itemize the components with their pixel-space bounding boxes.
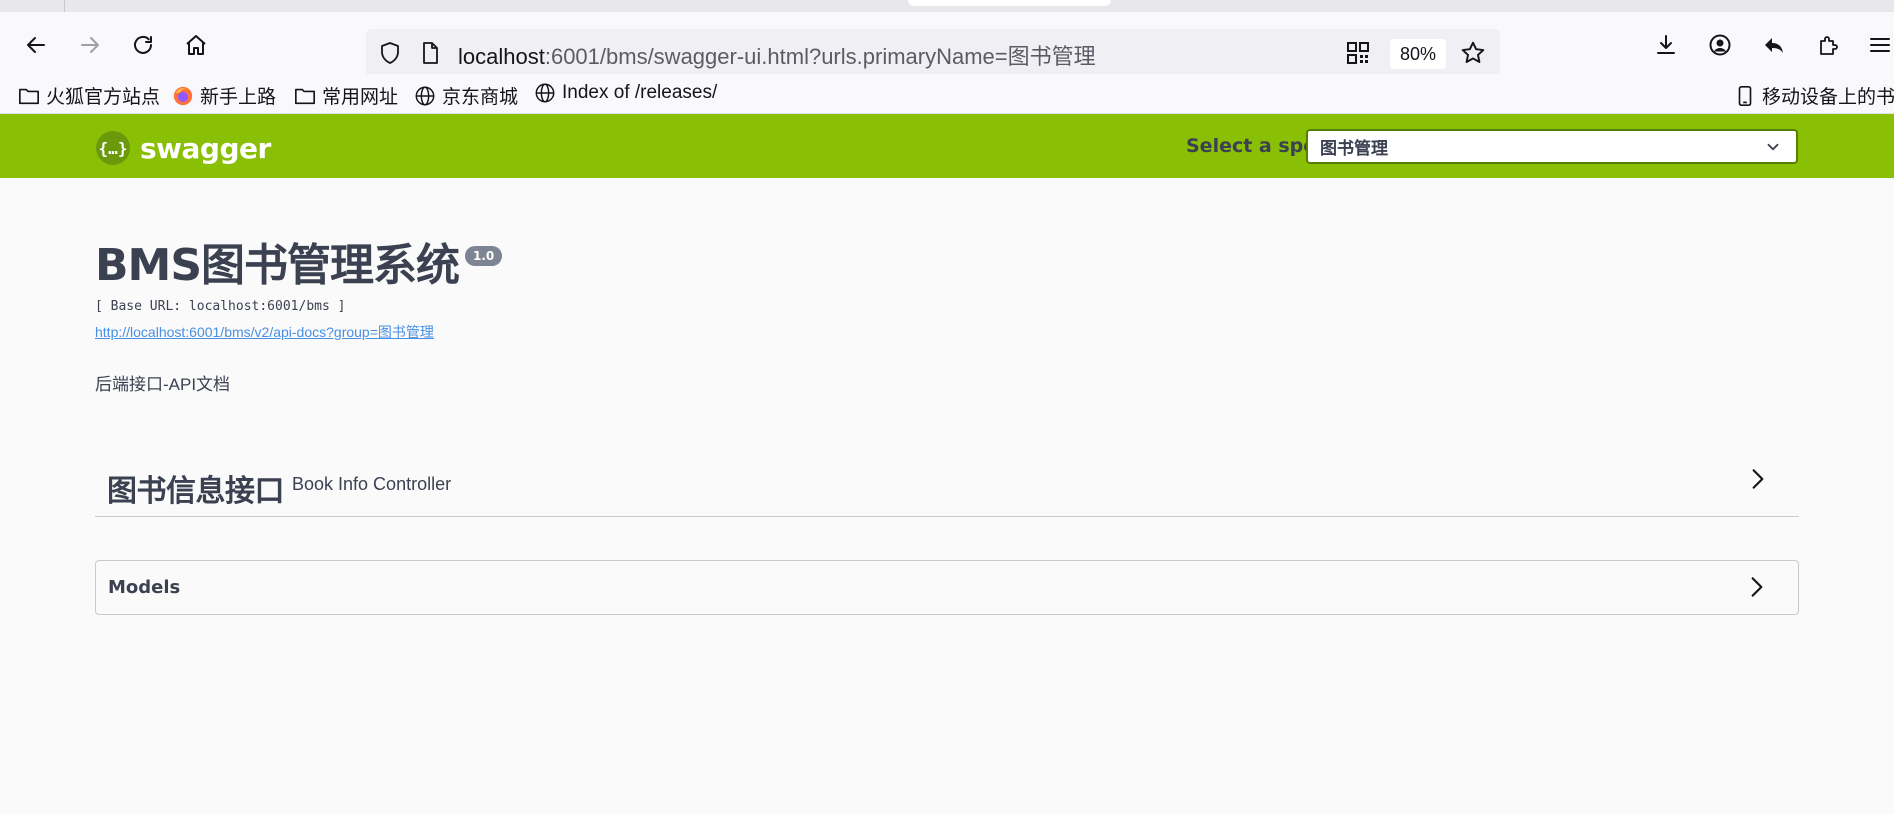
chevron-down-icon [1767,143,1779,151]
undo-button[interactable] [1756,28,1792,62]
undo-icon [1765,38,1783,53]
bookmark-label: 京东商城 [442,87,519,108]
models-label: Models [108,577,181,598]
url-host: localhost [458,44,545,69]
url-text[interactable]: localhost:6001/bms/swagger-ui.html?urls.… [458,39,1096,71]
back-button[interactable] [18,28,54,62]
navigation-bar: localhost:6001/bms/swagger-ui.html?urls.… [0,12,1894,77]
api-info: BMS图书管理系统 1.0 [ Base URL: localhost:6001… [95,240,503,395]
tab-strip [0,0,1894,12]
download-icon [1657,35,1675,54]
bookmark-label: 火狐官方站点 [46,87,161,108]
bookmark-item[interactable]: 京东商城 [414,82,518,109]
bookmark-label: 新手上路 [200,87,277,108]
chevron-right-icon[interactable] [1744,574,1770,600]
mobile-device-icon [1738,85,1752,106]
account-button[interactable] [1702,28,1738,62]
reload-icon [134,35,152,54]
tag-name: 图书信息接口 [107,474,285,509]
puzzle-icon [1820,36,1838,55]
bookmark-label: 常用网址 [322,87,399,108]
url-bar[interactable]: localhost:6001/bms/swagger-ui.html?urls.… [366,29,1500,77]
hamburger-menu-icon [1870,38,1890,52]
home-button[interactable] [178,28,214,62]
folder-icon [295,88,315,104]
globe-icon [415,86,435,105]
swagger-topbar: {…} swagger Select a spec 图书管理 [0,114,1894,178]
tag-description: Book Info Controller [292,474,452,494]
url-path: :6001/bms/swagger-ui.html?urls.primaryNa… [544,44,1096,69]
extensions-button[interactable] [1810,28,1846,62]
models-section[interactable]: Models [95,560,1799,615]
qr-code-icon[interactable] [1346,41,1370,65]
forward-arrow-icon [81,37,99,53]
downloads-button[interactable] [1648,28,1684,62]
swagger-logo-icon: {…} [96,131,130,165]
swagger-logo[interactable]: {…} swagger [96,131,271,165]
account-icon [1709,34,1731,56]
bookmark-item[interactable]: Index of /releases/ [534,82,717,104]
zoom-level[interactable]: 80% [1390,39,1446,69]
back-arrow-icon [27,37,45,53]
shield-icon[interactable] [378,41,402,65]
firefox-icon [173,86,193,105]
chevron-right-icon[interactable] [1745,466,1771,492]
mobile-bookmarks[interactable]: 移动设备上的书签 [1734,82,1894,109]
page-info-icon[interactable] [418,41,442,65]
folder-icon [19,88,39,104]
bookmark-item[interactable]: 新手上路 [172,82,276,109]
api-docs-link[interactable]: http://localhost:6001/bms/v2/api-docs?gr… [95,322,502,342]
home-icon [186,35,206,55]
menu-button[interactable] [1862,28,1894,62]
spec-select[interactable]: 图书管理 [1306,129,1798,164]
bookmark-star-icon[interactable] [1460,40,1486,66]
api-title: BMS图书管理系统 [95,240,460,291]
base-url: [ Base URL: localhost:6001/bms ] [95,298,346,314]
version-badge: 1.0 [465,246,503,266]
tab-separator [64,0,65,12]
bookmark-item[interactable]: 火狐官方站点 [18,82,160,109]
spec-selected-value: 图书管理 [1320,139,1388,159]
swagger-logo-text: swagger [140,131,271,165]
bookmark-label: 移动设备上的书签 [1762,87,1894,108]
forward-button[interactable] [72,28,108,62]
api-description: 后端接口-API文档 [95,374,231,394]
reload-button[interactable] [125,28,161,62]
bookmark-label: Index of /releases/ [562,82,718,103]
bookmark-item[interactable]: 常用网址 [294,82,398,109]
bookmarks-toolbar: 火狐官方站点 新手上路 常用网址 京东商城 Index of /releases… [0,74,1894,114]
globe-icon [535,83,555,103]
tag-section-book-info[interactable]: 图书信息接口 Book Info Controller [95,456,1799,517]
active-tab[interactable] [908,0,1111,6]
